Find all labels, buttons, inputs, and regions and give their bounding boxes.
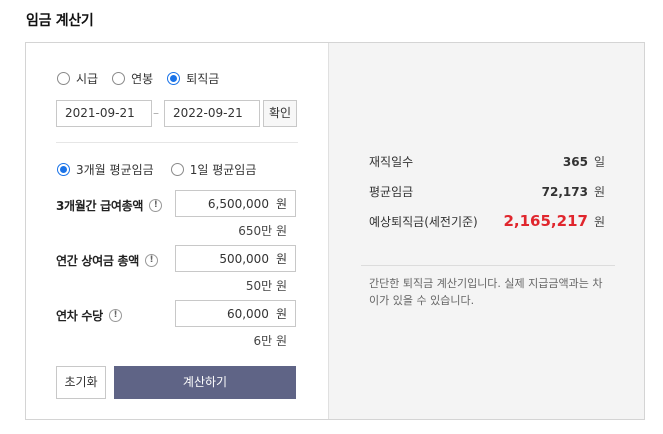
section-divider [56, 142, 298, 143]
result-section: 재직일수 365 일 평균임금 72,173 원 예상퇴직금(세전기준) 2,1… [328, 43, 644, 419]
confirm-button[interactable]: 확인 [263, 100, 297, 127]
field-leave-allowance-text: 연차 수당 [56, 309, 103, 323]
field-three-month-pay-text: 3개월간 급여총액 [56, 199, 144, 213]
info-icon[interactable]: ! [144, 254, 158, 267]
radio-severance-label: 퇴직금 [186, 72, 220, 86]
date-range-separator: – [153, 106, 159, 120]
end-date-input[interactable]: 2022-09-21 [164, 100, 260, 127]
three-month-pay-sub: 650만 원 [238, 224, 287, 238]
page-title: 임금 계산기 [26, 13, 94, 29]
radio-annual-label: 연봉 [131, 72, 154, 86]
leave-allowance-input[interactable]: 60,000 원 [175, 300, 296, 327]
leave-allowance-unit: 원 [275, 307, 287, 321]
pay-type-group: 시급 연봉 퇴직금 [57, 70, 233, 87]
calculator-panel: 시급 연봉 퇴직금 2021-09-21 – 2022-09-21 확인 3개월… [25, 42, 645, 420]
result-severance-unit: 원 [593, 215, 605, 229]
info-icon[interactable]: ! [108, 309, 122, 322]
radio-daily[interactable]: 1일 평균임금 [170, 161, 257, 178]
result-average-wage-unit: 원 [593, 185, 605, 199]
annual-bonus-sub: 50만 원 [245, 279, 287, 293]
calculate-button[interactable]: 계산하기 [114, 366, 296, 399]
input-section: 시급 연봉 퇴직금 2021-09-21 – 2022-09-21 확인 3개월… [26, 43, 328, 419]
annual-bonus-input[interactable]: 500,000 원 [175, 245, 296, 272]
result-tenure-value-group: 365 일 [563, 153, 605, 170]
radio-annual[interactable]: 연봉 [112, 70, 153, 87]
field-leave-allowance-label: 연차 수당 ! [56, 307, 122, 324]
result-severance-value-group: 2,165,217 원 [503, 212, 605, 230]
annual-bonus-unit: 원 [275, 252, 287, 266]
result-row-tenure: 재직일수 365 일 [369, 153, 605, 170]
disclaimer-note: 간단한 퇴직금 계산기입니다. 실제 지급금액과는 차이가 있을 수 있습니다. [369, 277, 603, 307]
field-three-month-pay-label: 3개월간 급여총액 ! [56, 197, 163, 214]
info-icon[interactable]: ! [149, 199, 163, 212]
start-date-input[interactable]: 2021-09-21 [56, 100, 152, 127]
leave-allowance-sub: 6만 원 [253, 334, 287, 348]
result-row-severance: 예상퇴직금(세전기준) 2,165,217 원 [369, 212, 605, 230]
result-average-wage-value: 72,173 [541, 185, 588, 199]
result-row-average-wage: 평균임금 72,173 원 [369, 183, 605, 200]
result-divider [361, 265, 615, 266]
radio-three-month[interactable]: 3개월 평균임금 [57, 161, 154, 178]
field-annual-bonus-text: 연간 상여금 총액 [56, 254, 139, 268]
result-average-wage-value-group: 72,173 원 [542, 183, 605, 200]
annual-bonus-value: 500,000 [219, 251, 269, 266]
result-tenure-unit: 일 [593, 155, 605, 169]
three-month-pay-input[interactable]: 6,500,000 원 [175, 190, 296, 217]
field-annual-bonus-label: 연간 상여금 총액 ! [56, 252, 158, 269]
radio-three-month-circle[interactable] [57, 163, 70, 176]
result-tenure-label: 재직일수 [369, 155, 414, 169]
leave-allowance-value: 60,000 [226, 306, 269, 321]
result-severance-label: 예상퇴직금(세전기준) [369, 215, 478, 229]
radio-hourly-circle[interactable] [57, 72, 70, 85]
three-month-pay-unit: 원 [275, 197, 287, 211]
wage-basis-group: 3개월 평균임금 1일 평균임금 [57, 161, 270, 178]
radio-severance-circle[interactable] [167, 72, 181, 85]
radio-three-month-label: 3개월 평균임금 [76, 163, 154, 177]
result-tenure-value: 365 [562, 155, 588, 169]
reset-button[interactable]: 초기화 [56, 366, 106, 399]
radio-daily-circle[interactable] [170, 163, 184, 176]
radio-severance[interactable]: 퇴직금 [167, 70, 219, 87]
result-average-wage-label: 평균임금 [369, 185, 414, 199]
radio-daily-label: 1일 평균임금 [189, 163, 257, 177]
radio-hourly[interactable]: 시급 [57, 70, 98, 87]
three-month-pay-value: 6,500,000 [207, 196, 269, 211]
radio-hourly-label: 시급 [76, 72, 99, 86]
radio-annual-circle[interactable] [112, 72, 126, 85]
result-severance-value: 2,165,217 [503, 212, 588, 230]
